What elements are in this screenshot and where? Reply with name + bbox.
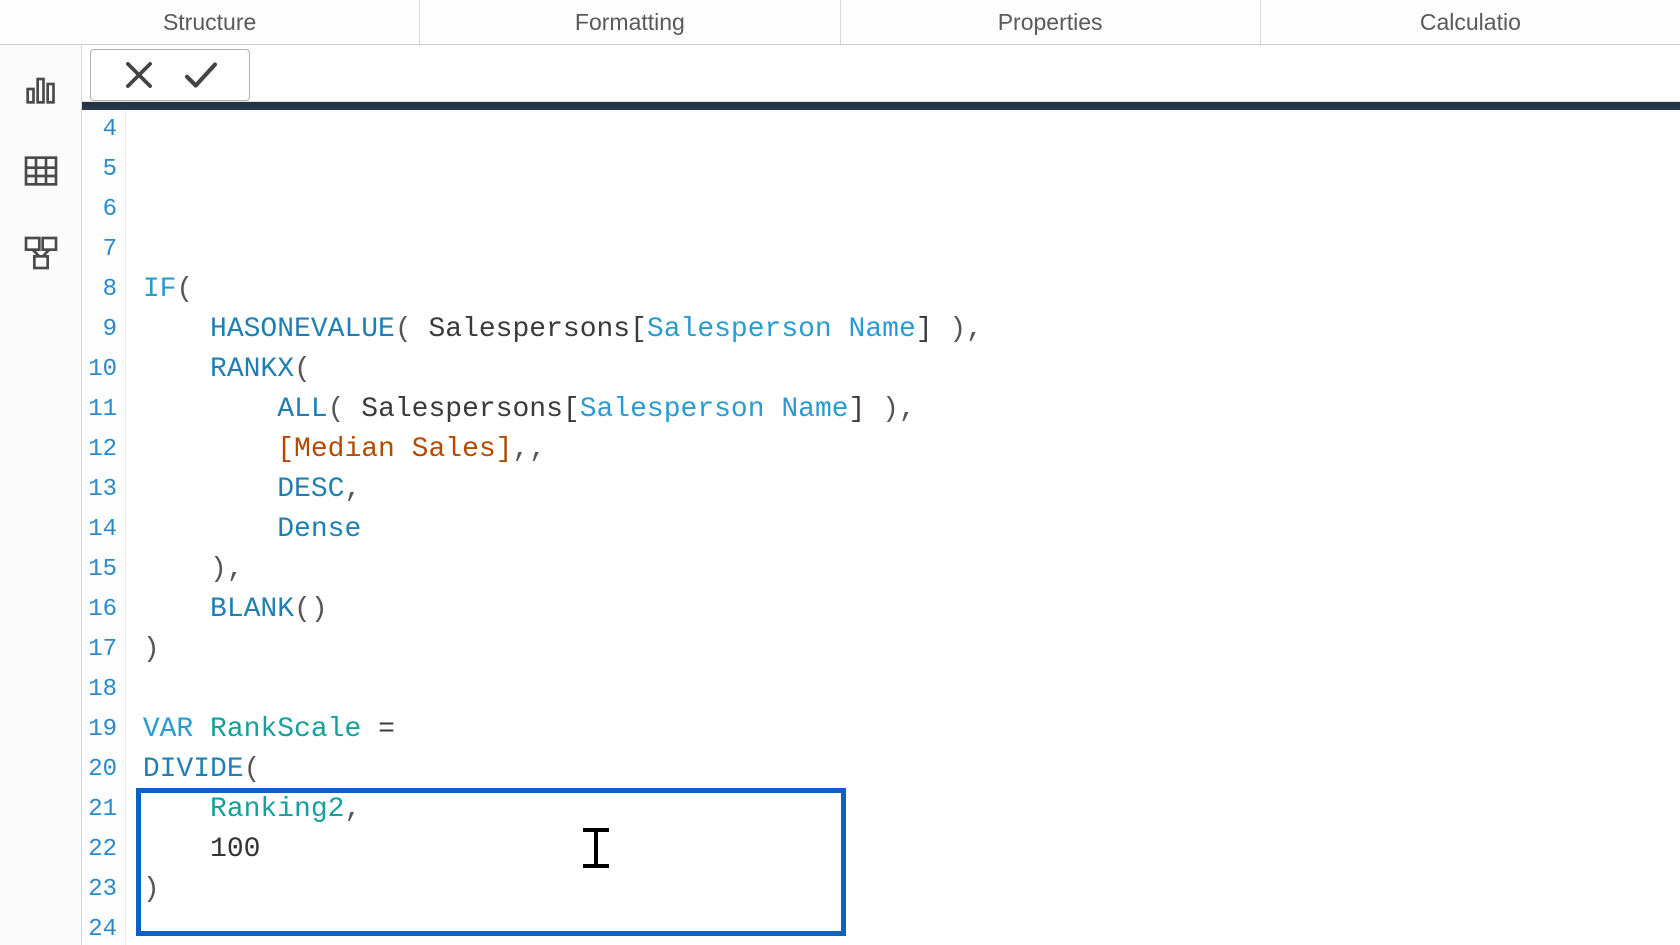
line-number: 13	[82, 470, 125, 510]
token-punct: ,	[344, 474, 361, 505]
view-rail	[0, 45, 82, 945]
line-number: 7	[82, 230, 125, 270]
code-line[interactable]: HASONEVALUE( Salespersons[Salesperson Na…	[126, 310, 1680, 350]
token-fn: Dense	[277, 514, 361, 545]
code-line[interactable]: VAR RankScale =	[126, 710, 1680, 750]
token-punct: ,	[344, 794, 361, 825]
code-line[interactable]: DIVIDE(	[126, 750, 1680, 790]
token-punct: (	[328, 394, 362, 425]
token-col: Salesperson Name	[647, 314, 916, 345]
token-punct: (	[176, 274, 193, 305]
line-number: 21	[82, 790, 125, 830]
line-number: 16	[82, 590, 125, 630]
data-view-icon[interactable]	[21, 151, 61, 191]
code-line[interactable]: [Median Sales],,	[126, 430, 1680, 470]
formula-controls	[90, 49, 250, 101]
code-area[interactable]: IF( HASONEVALUE( Salespersons[Salesperso…	[126, 102, 1680, 945]
ribbon-tabs: Structure Formatting Properties Calculat…	[0, 0, 1680, 45]
line-number: 15	[82, 550, 125, 590]
formula-header	[82, 45, 1680, 102]
code-line[interactable]: Ranking2,	[126, 790, 1680, 830]
token-punct: ),	[210, 554, 244, 585]
line-number: 10	[82, 350, 125, 390]
tab-properties[interactable]: Properties	[841, 0, 1261, 44]
token-punct: (	[294, 354, 311, 385]
line-number: 22	[82, 830, 125, 870]
line-number: 6	[82, 190, 125, 230]
token-fn: DIVIDE	[143, 754, 244, 785]
tab-structure[interactable]: Structure	[0, 0, 420, 44]
line-number: 8	[82, 270, 125, 310]
token-kw: VAR	[143, 714, 210, 745]
token-punct: ),	[933, 314, 983, 345]
token-fn: BLANK	[210, 594, 294, 625]
token-txt: ]	[916, 314, 933, 345]
dax-editor[interactable]: 45678910111213141516171819202122232425 I…	[82, 102, 1680, 945]
commit-button[interactable]	[179, 53, 223, 97]
code-line[interactable]: RANKX(	[126, 350, 1680, 390]
line-number: 5	[82, 150, 125, 190]
token-fn: RANKX	[210, 354, 294, 385]
code-line[interactable]: )	[126, 870, 1680, 910]
code-line[interactable]: 100	[126, 830, 1680, 870]
token-txt: Salespersons[	[428, 314, 646, 345]
code-line[interactable]: DESC,	[126, 470, 1680, 510]
token-punct: )	[143, 634, 160, 665]
token-txt: =	[361, 714, 395, 745]
token-punct: ,,	[512, 434, 546, 465]
tab-formatting[interactable]: Formatting	[420, 0, 840, 44]
line-number: 18	[82, 670, 125, 710]
line-number: 12	[82, 430, 125, 470]
line-number: 4	[82, 110, 125, 150]
code-line[interactable]: Dense	[126, 510, 1680, 550]
code-line[interactable]: IF(	[126, 270, 1680, 310]
line-number: 11	[82, 390, 125, 430]
line-number-gutter: 45678910111213141516171819202122232425	[82, 102, 126, 945]
token-punct: ),	[865, 394, 915, 425]
code-line[interactable]: ALL( Salespersons[Salesperson Name] ),	[126, 390, 1680, 430]
code-line[interactable]: )	[126, 630, 1680, 670]
token-fn: DESC	[277, 474, 344, 505]
token-var: RankScale	[210, 714, 361, 745]
token-txt: Salespersons[	[361, 394, 579, 425]
tab-calculation[interactable]: Calculatio	[1261, 0, 1680, 44]
line-number: 24	[82, 910, 125, 945]
code-line[interactable]: ),	[126, 550, 1680, 590]
token-num: 100	[210, 834, 260, 865]
report-view-icon[interactable]	[21, 69, 61, 109]
line-number: 19	[82, 710, 125, 750]
token-punct: (	[244, 754, 261, 785]
token-varref: Ranking2	[210, 794, 344, 825]
token-txt: ]	[849, 394, 866, 425]
line-number: 20	[82, 750, 125, 790]
token-punct: ()	[294, 594, 328, 625]
line-number: 17	[82, 630, 125, 670]
line-number: 23	[82, 870, 125, 910]
code-line[interactable]	[126, 670, 1680, 710]
token-fn: HASONEVALUE	[210, 314, 395, 345]
token-kw: IF	[143, 274, 177, 305]
model-view-icon[interactable]	[21, 233, 61, 273]
token-col: Salesperson Name	[580, 394, 849, 425]
token-punct: (	[395, 314, 429, 345]
line-number: 9	[82, 310, 125, 350]
token-fn: ALL	[277, 394, 327, 425]
token-punct: )	[143, 874, 160, 905]
token-meas: [Median Sales]	[277, 434, 512, 465]
line-number: 14	[82, 510, 125, 550]
code-line[interactable]	[126, 910, 1680, 945]
code-line[interactable]: BLANK()	[126, 590, 1680, 630]
cancel-button[interactable]	[117, 53, 161, 97]
